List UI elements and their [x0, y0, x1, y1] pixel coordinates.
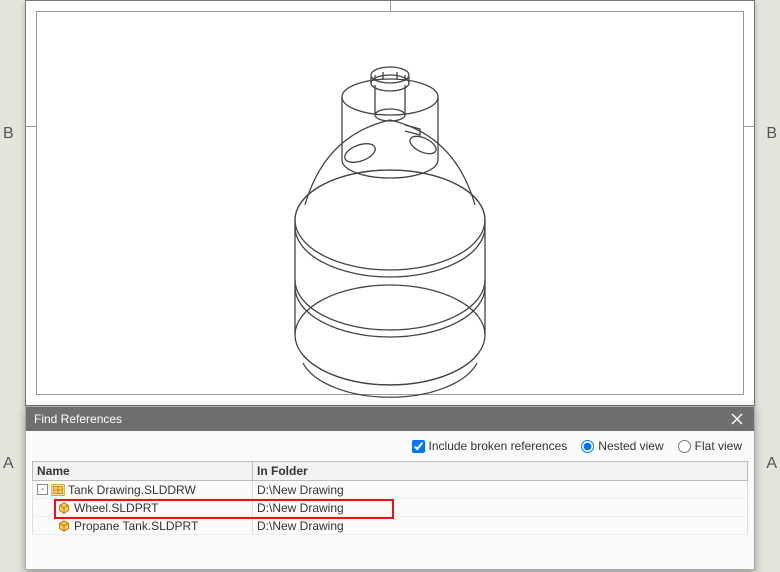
zone-divider-left	[26, 126, 36, 127]
dialog-title-text: Find References	[34, 407, 122, 431]
drawing-file-icon	[51, 483, 65, 497]
propane-tank-svg	[275, 55, 505, 415]
find-references-dialog: Find References Include broken reference…	[25, 406, 755, 570]
tree-toggle-icon[interactable]: -	[37, 484, 48, 495]
zone-divider-top	[390, 1, 391, 11]
include-broken-input[interactable]	[412, 440, 425, 453]
dialog-titlebar[interactable]: Find References	[26, 407, 754, 431]
folder-path-label: D:\New Drawing	[253, 499, 748, 517]
drawing-canvas-bg: B A B A 2 1	[0, 0, 780, 572]
table-header-row: Name In Folder	[33, 462, 748, 481]
table-row[interactable]: Wheel.SLDPRT D:\New Drawing	[33, 499, 748, 517]
folder-path-label: D:\New Drawing	[253, 481, 748, 499]
nested-view-radio[interactable]: Nested view	[581, 439, 663, 453]
zone-label-left-a: A	[3, 455, 14, 473]
zone-label-right-b: B	[766, 125, 777, 143]
zone-divider-right	[744, 126, 754, 127]
include-broken-label: Include broken references	[429, 439, 568, 453]
zone-label-right-a: A	[766, 455, 777, 473]
drawing-view-propane-tank[interactable]	[275, 55, 505, 415]
dialog-options-row: Include broken references Nested view Fl…	[26, 431, 754, 461]
drawing-sheet[interactable]: 2 1	[25, 0, 755, 406]
file-name-label: Propane Tank.SLDPRT	[74, 519, 198, 533]
flat-view-radio[interactable]: Flat view	[678, 439, 742, 453]
part-file-icon	[57, 501, 71, 515]
zone-label-left-b: B	[3, 125, 14, 143]
file-name-label: Tank Drawing.SLDDRW	[68, 483, 196, 497]
folder-path-label: D:\New Drawing	[253, 517, 748, 535]
col-header-name[interactable]: Name	[33, 462, 253, 481]
nested-view-input[interactable]	[581, 440, 594, 453]
close-icon[interactable]	[728, 410, 746, 428]
flat-view-input[interactable]	[678, 440, 691, 453]
file-name-label: Wheel.SLDPRT	[74, 501, 158, 515]
table-row[interactable]: - Tank Drawing.SLDDRW D:\New Drawing	[33, 481, 748, 499]
nested-view-label: Nested view	[598, 439, 663, 453]
flat-view-label: Flat view	[695, 439, 742, 453]
part-file-icon	[57, 519, 71, 533]
include-broken-checkbox[interactable]: Include broken references	[412, 439, 568, 453]
col-header-folder[interactable]: In Folder	[253, 462, 748, 481]
table-row[interactable]: Propane Tank.SLDPRT D:\New Drawing	[33, 517, 748, 535]
references-table-wrap: Name In Folder - Tank Drawing.SLDDRW D:\Ne…	[26, 461, 754, 535]
references-table: Name In Folder - Tank Drawing.SLDDRW D:\Ne…	[32, 461, 748, 535]
